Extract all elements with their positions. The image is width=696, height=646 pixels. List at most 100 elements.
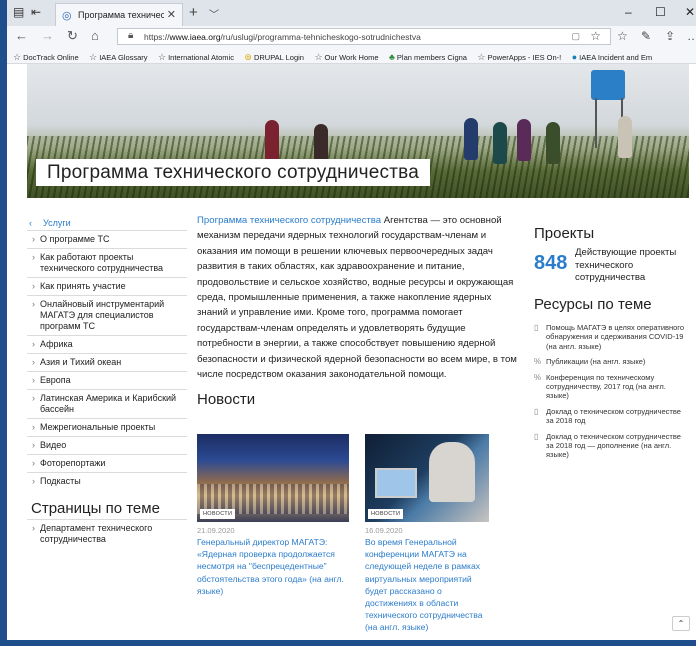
lock-icon[interactable]: 🔒︎ <box>128 30 133 41</box>
star-icon: ☆ <box>89 52 98 62</box>
tab-actions-icon[interactable]: ▤ <box>13 6 24 18</box>
refresh-icon[interactable]: ↻ <box>67 29 78 43</box>
chevron-left-icon: ‹ <box>29 218 32 228</box>
news-title-link[interactable]: Генеральный директор МАГАТЭ: «Ядерная пр… <box>197 536 349 597</box>
person-figure <box>546 122 560 164</box>
news-card[interactable]: НОВОСТИ 16.09.2020 Во время Генеральной … <box>365 434 489 634</box>
intro-paragraph: Программа технического сотрудничества Аг… <box>197 215 517 381</box>
close-tab-icon[interactable]: ✕ <box>167 8 176 21</box>
resource-item[interactable]: ▯ Помощь МАГАТЭ в целях оперативного обна… <box>534 323 689 351</box>
star-icon: ☆ <box>477 52 486 62</box>
url-text: https://www.iaea.org/ru/uslugi/programma… <box>144 32 421 42</box>
new-tab-icon[interactable]: + <box>189 4 198 21</box>
sidebar-item[interactable]: › Межрегиональные проекты <box>27 418 187 436</box>
projects-stat: 848 Действующие проекты технического сот… <box>534 246 689 295</box>
chevron-right-icon: › <box>32 281 35 291</box>
chevron-right-icon: › <box>32 440 35 450</box>
minimize-icon[interactable]: – <box>625 5 632 19</box>
favorites-icon[interactable]: ☆ <box>617 29 628 43</box>
sidebar-item[interactable]: › Как работают проекты технического сотру… <box>27 248 187 277</box>
chevron-right-icon: › <box>32 523 35 533</box>
projects-count: 848 <box>534 252 568 274</box>
related-page-item[interactable]: › Департамент технического сотрудничества <box>27 519 187 548</box>
resource-item[interactable]: ▯ Доклад о техническом сотрудничестве за … <box>534 432 689 460</box>
star-icon: ☆ <box>13 52 22 62</box>
active-tab[interactable]: ◎ Программа техническо ✕ <box>55 3 183 26</box>
chevron-right-icon: › <box>32 252 35 262</box>
intro-link[interactable]: Программа технического сотрудничества <box>197 215 381 226</box>
share-icon[interactable]: ⇪ <box>665 29 675 43</box>
resource-item[interactable]: % Публикации (на англ. языке) <box>534 357 689 366</box>
notes-icon[interactable]: ✎ <box>641 29 651 43</box>
favorite-item[interactable]: ☆ Our Work Home <box>314 49 378 63</box>
resource-item[interactable]: % Конференция по техническому сотрудничес… <box>534 373 689 401</box>
sidebar-item[interactable]: › Европа <box>27 371 187 389</box>
tab-title: Программа техническо <box>78 10 164 20</box>
sidebar-item[interactable]: › Подкасты <box>27 472 187 490</box>
star-icon: ☆ <box>314 52 323 62</box>
related-pages-heading: Страницы по теме <box>31 500 160 517</box>
scroll-to-top-button[interactable]: ⌃ <box>672 616 690 631</box>
favorite-item[interactable]: ☆ IAEA Glossary <box>89 49 147 63</box>
tree-icon: ♣ <box>389 52 395 62</box>
favorites-bar: ☆ DocTrack Online ☆ IAEA Glossary ☆ Interna… <box>7 47 696 64</box>
news-title-link[interactable]: Во время Генеральной конференции МАГАТЭ … <box>365 536 489 634</box>
sidebar-item[interactable]: › Как принять участие <box>27 277 187 295</box>
address-bar-row: ← → ↻ ⌂ 🔒︎ https://www.iaea.org/ru/uslug… <box>7 26 696 47</box>
resource-item[interactable]: ▯ Доклад о техническом сотрудничестве за … <box>534 407 689 426</box>
laptop-screen <box>375 468 417 498</box>
favorite-star-icon[interactable]: ☆ <box>590 29 601 43</box>
sidebar-item[interactable]: › Фоторепортажи <box>27 454 187 472</box>
maximize-icon[interactable]: ☐ <box>655 5 666 19</box>
favorite-item[interactable]: ● IAEA Incident and Em <box>572 49 652 63</box>
resources-heading: Ресурсы по теме <box>534 296 652 313</box>
news-heading: Новости <box>197 391 256 409</box>
url-field[interactable]: 🔒︎ https://www.iaea.org/ru/uslugi/progra… <box>117 28 611 45</box>
document-icon: ▯ <box>534 406 539 416</box>
favorite-item[interactable]: ☆ DocTrack Online <box>13 49 79 63</box>
news-badge: НОВОСТИ <box>200 509 236 519</box>
chevron-right-icon: › <box>32 375 35 385</box>
sidebar-item[interactable]: › О программе ТС <box>27 230 187 248</box>
document-icon: ▯ <box>534 431 539 441</box>
sidebar-active-item[interactable]: ‹ Услуги <box>27 216 187 230</box>
link-icon: % <box>534 357 542 367</box>
chevron-right-icon: › <box>32 357 35 367</box>
back-icon[interactable]: ← <box>15 29 28 43</box>
projects-label: Действующие проекты технического сотрудн… <box>575 247 677 283</box>
chevron-right-icon: › <box>32 476 35 486</box>
more-icon[interactable]: … <box>687 29 696 43</box>
person-figure <box>429 442 475 502</box>
sidebar-item[interactable]: › Видео <box>27 436 187 454</box>
chevron-right-icon: › <box>32 339 35 349</box>
sidebar-item[interactable]: › Онлайновый инструментарий МАГАТЭ для сп… <box>27 295 187 335</box>
sidebar-item[interactable]: › Латинская Америка и Карибский бассейн <box>27 389 187 418</box>
favorite-item[interactable]: ☆ International Atomic <box>158 49 234 63</box>
tab-list-chevron-icon[interactable]: ﹀ <box>209 6 219 21</box>
web-page: Программа технического сотрудничества ‹ У… <box>27 64 696 640</box>
chevron-right-icon: › <box>32 234 35 244</box>
set-aside-tabs-icon[interactable]: ⇤ <box>31 6 41 18</box>
hero-banner: Программа технического сотрудничества <box>27 64 689 198</box>
news-image[interactable]: НОВОСТИ <box>365 434 489 522</box>
sidebar-item[interactable]: › Азия и Тихий океан <box>27 353 187 371</box>
chevron-right-icon: › <box>32 393 35 403</box>
browser-window: ▤ ⇤ ◎ Программа техническо ✕ + ﹀ – ☐ ✕ ←… <box>7 0 696 640</box>
favorite-item[interactable]: ♣ Plan members Cigna <box>389 49 467 63</box>
news-card[interactable]: НОВОСТИ 21.09.2020 Генеральный директор … <box>197 434 349 597</box>
favorite-item[interactable]: ☆ PowerApps - IES On-! <box>477 49 561 63</box>
news-date: 21.09.2020 <box>197 526 235 535</box>
sidebar: ‹ Услуги › О программе ТС › Как работают пр… <box>27 216 187 548</box>
reading-view-icon[interactable]: ▢ <box>571 31 580 42</box>
star-icon: ☆ <box>158 52 167 62</box>
tab-bar: ▤ ⇤ ◎ Программа техническо ✕ + ﹀ – ☐ ✕ <box>7 0 696 26</box>
sidebar-item[interactable]: › Африка <box>27 335 187 353</box>
forward-icon[interactable]: → <box>41 29 54 43</box>
news-image[interactable]: НОВОСТИ <box>197 434 349 522</box>
person-figure <box>464 118 478 160</box>
home-icon[interactable]: ⌂ <box>91 29 99 43</box>
close-window-icon[interactable]: ✕ <box>685 5 695 19</box>
person-figure <box>493 122 507 164</box>
favorite-item[interactable]: ⊚ DRUPAL Login <box>244 49 304 63</box>
projects-heading: Проекты <box>534 225 595 242</box>
